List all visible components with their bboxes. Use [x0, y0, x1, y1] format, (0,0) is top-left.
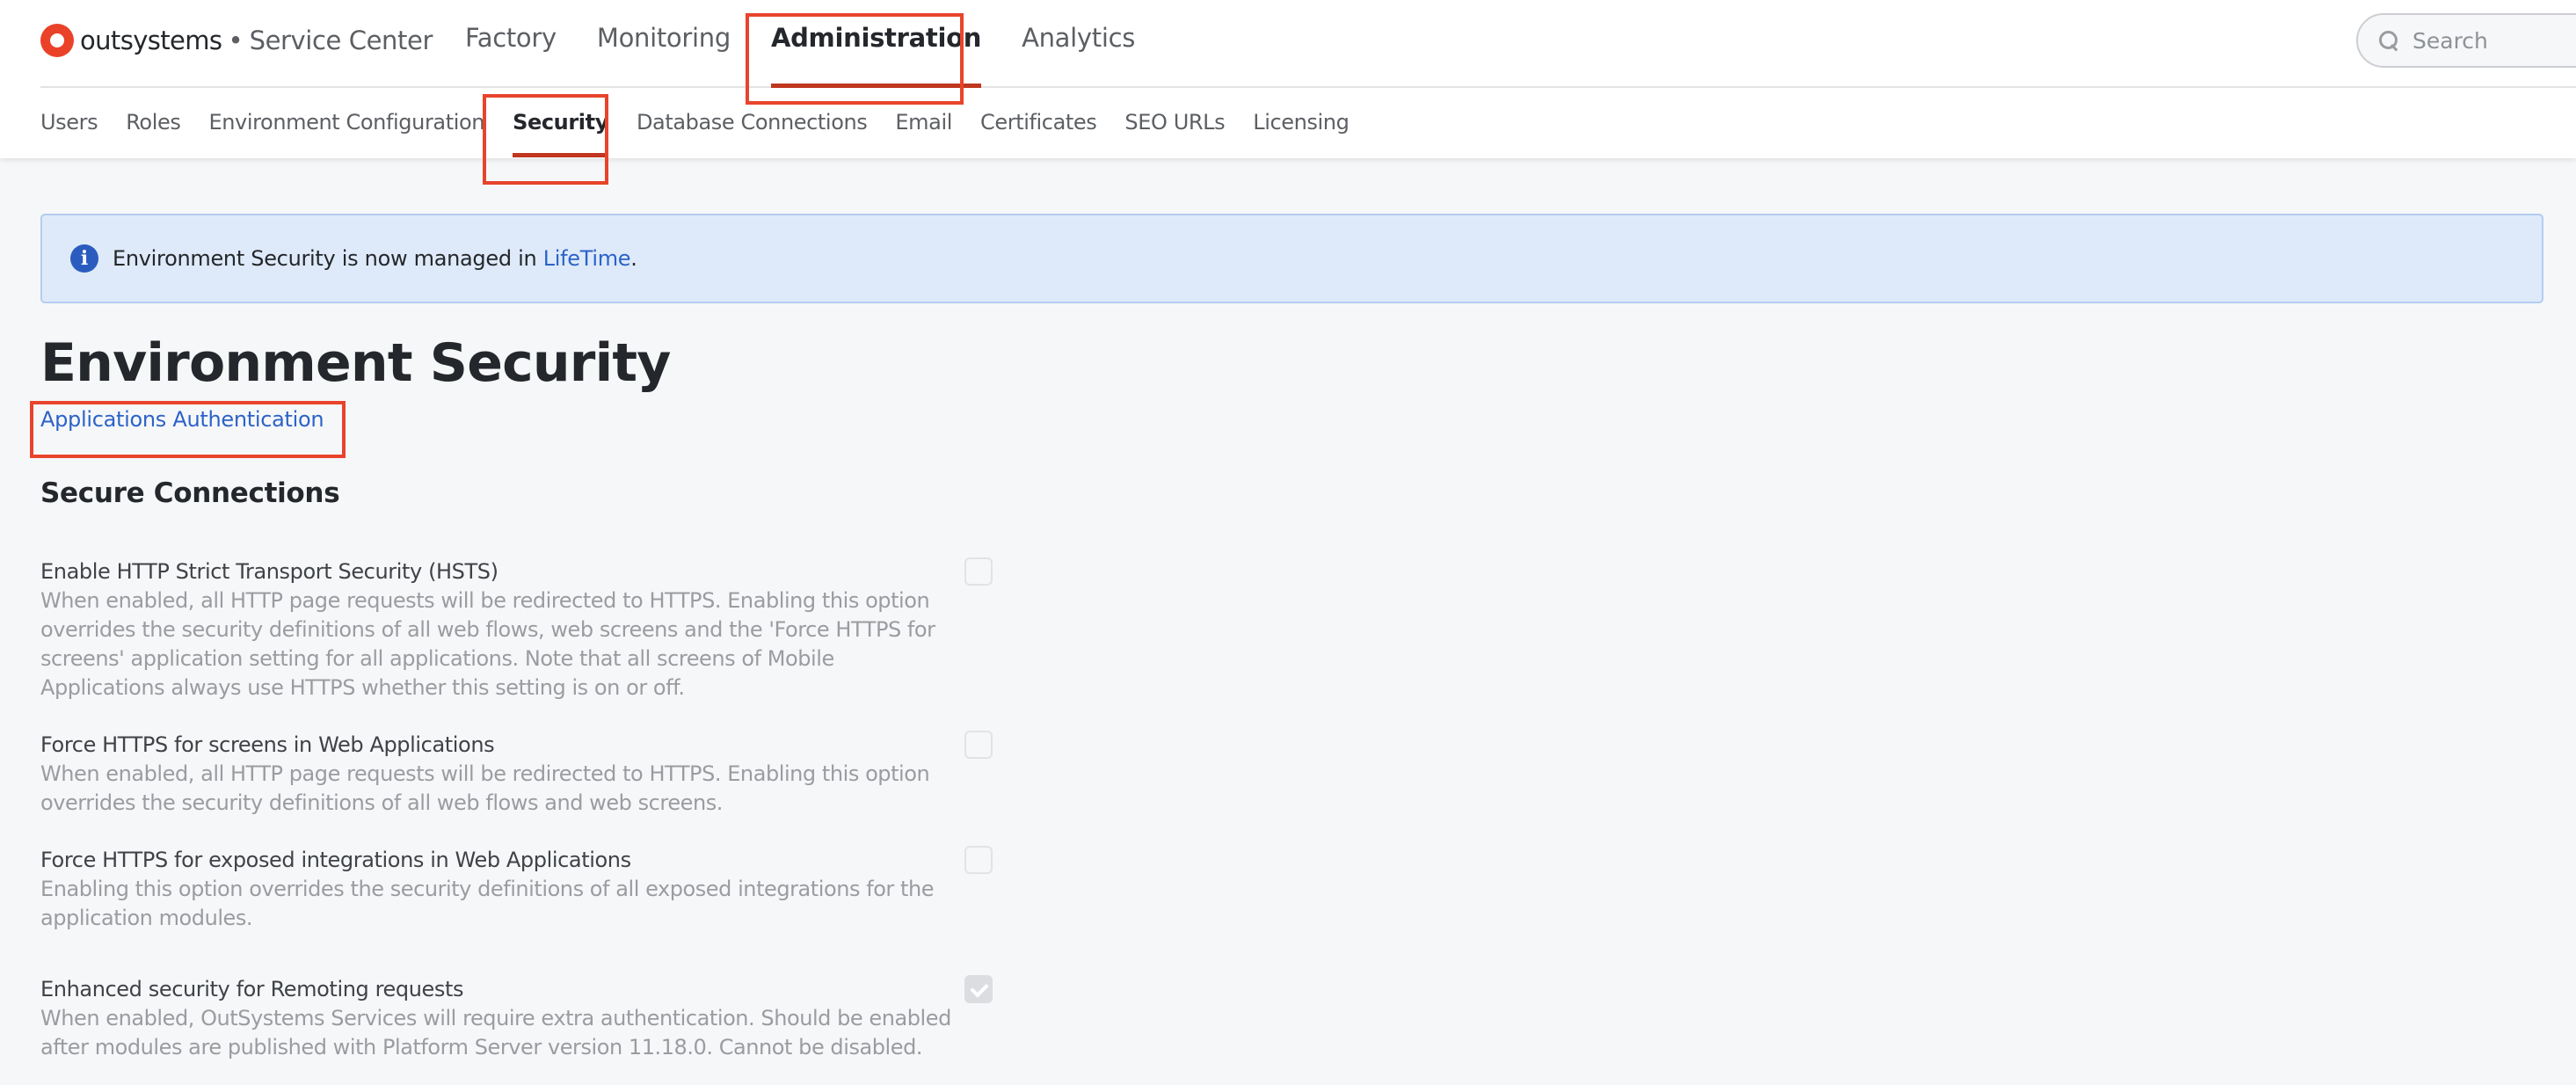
setting-force-https-integrations: Force HTTPS for exposed integrations in … [40, 845, 999, 933]
info-banner: i Environment Security is now managed in… [40, 214, 2543, 303]
top-bar: outsystems • Service Center Factory Moni… [40, 0, 2576, 88]
sub-nav-environment-configuration[interactable]: Environment Configuration [208, 110, 484, 157]
hsts-checkbox[interactable] [964, 557, 993, 586]
outsystems-logo-icon [40, 24, 74, 57]
info-text-suffix: . [630, 246, 637, 271]
setting-enhanced-remoting-security: Enhanced security for Remoting requests … [40, 974, 999, 1062]
setting-title: Enhanced security for Remoting requests [40, 977, 464, 1001]
force-https-integrations-checkbox[interactable] [964, 846, 993, 874]
sub-nav-seo-urls[interactable]: SEO URLs [1124, 110, 1225, 157]
main-nav: Factory Monitoring Administration Analyt… [465, 23, 1175, 88]
info-banner-text: Environment Security is now managed in L… [113, 246, 637, 271]
enhanced-remoting-security-checkbox[interactable] [964, 975, 993, 1003]
setting-title: Enable HTTP Strict Transport Security (H… [40, 559, 498, 584]
product-name: Service Center [249, 25, 433, 55]
section-title-secure-connections: Secure Connections [40, 477, 340, 509]
setting-description: When enabled, OutSystems Services will r… [40, 1006, 951, 1060]
main-nav-administration[interactable]: Administration [770, 23, 981, 88]
sub-nav-security[interactable]: Security [513, 110, 608, 157]
setting-title: Force HTTPS for screens in Web Applicati… [40, 732, 495, 757]
brand-name: outsystems [80, 25, 222, 55]
main-nav-analytics[interactable]: Analytics [1022, 23, 1135, 88]
search-box[interactable] [2356, 13, 2576, 68]
setting-force-https-screens: Force HTTPS for screens in Web Applicati… [40, 730, 999, 818]
main-nav-monitoring[interactable]: Monitoring [597, 23, 731, 88]
setting-title: Force HTTPS for exposed integrations in … [40, 848, 631, 872]
setting-description: When enabled, all HTTP page requests wil… [40, 761, 930, 815]
info-icon: i [70, 244, 98, 273]
page-title: Environment Security [40, 332, 671, 394]
sub-nav-certificates[interactable]: Certificates [980, 110, 1097, 157]
logo[interactable]: outsystems • Service Center [40, 22, 433, 59]
sub-nav: Users Roles Environment Configuration Se… [40, 110, 1377, 157]
main-nav-factory[interactable]: Factory [465, 23, 557, 88]
sub-nav-database-connections[interactable]: Database Connections [637, 110, 868, 157]
search-icon [2377, 29, 2400, 52]
force-https-screens-checkbox[interactable] [964, 731, 993, 759]
applications-authentication-link[interactable]: Applications Authentication [40, 407, 324, 432]
info-text-prefix: Environment Security is now managed in [113, 246, 543, 271]
sub-nav-roles[interactable]: Roles [126, 110, 181, 157]
lifetime-link[interactable]: LifeTime [543, 246, 631, 271]
sub-nav-users[interactable]: Users [40, 110, 98, 157]
app-header: outsystems • Service Center Factory Moni… [0, 0, 2576, 158]
setting-description: Enabling this option overrides the secur… [40, 877, 935, 930]
setting-description: When enabled, all HTTP page requests wil… [40, 588, 935, 700]
brand-separator: • [228, 25, 244, 55]
setting-hsts: Enable HTTP Strict Transport Security (H… [40, 557, 999, 703]
sub-nav-email[interactable]: Email [895, 110, 952, 157]
search-input[interactable] [2412, 27, 2576, 54]
sub-nav-licensing[interactable]: Licensing [1253, 110, 1350, 157]
